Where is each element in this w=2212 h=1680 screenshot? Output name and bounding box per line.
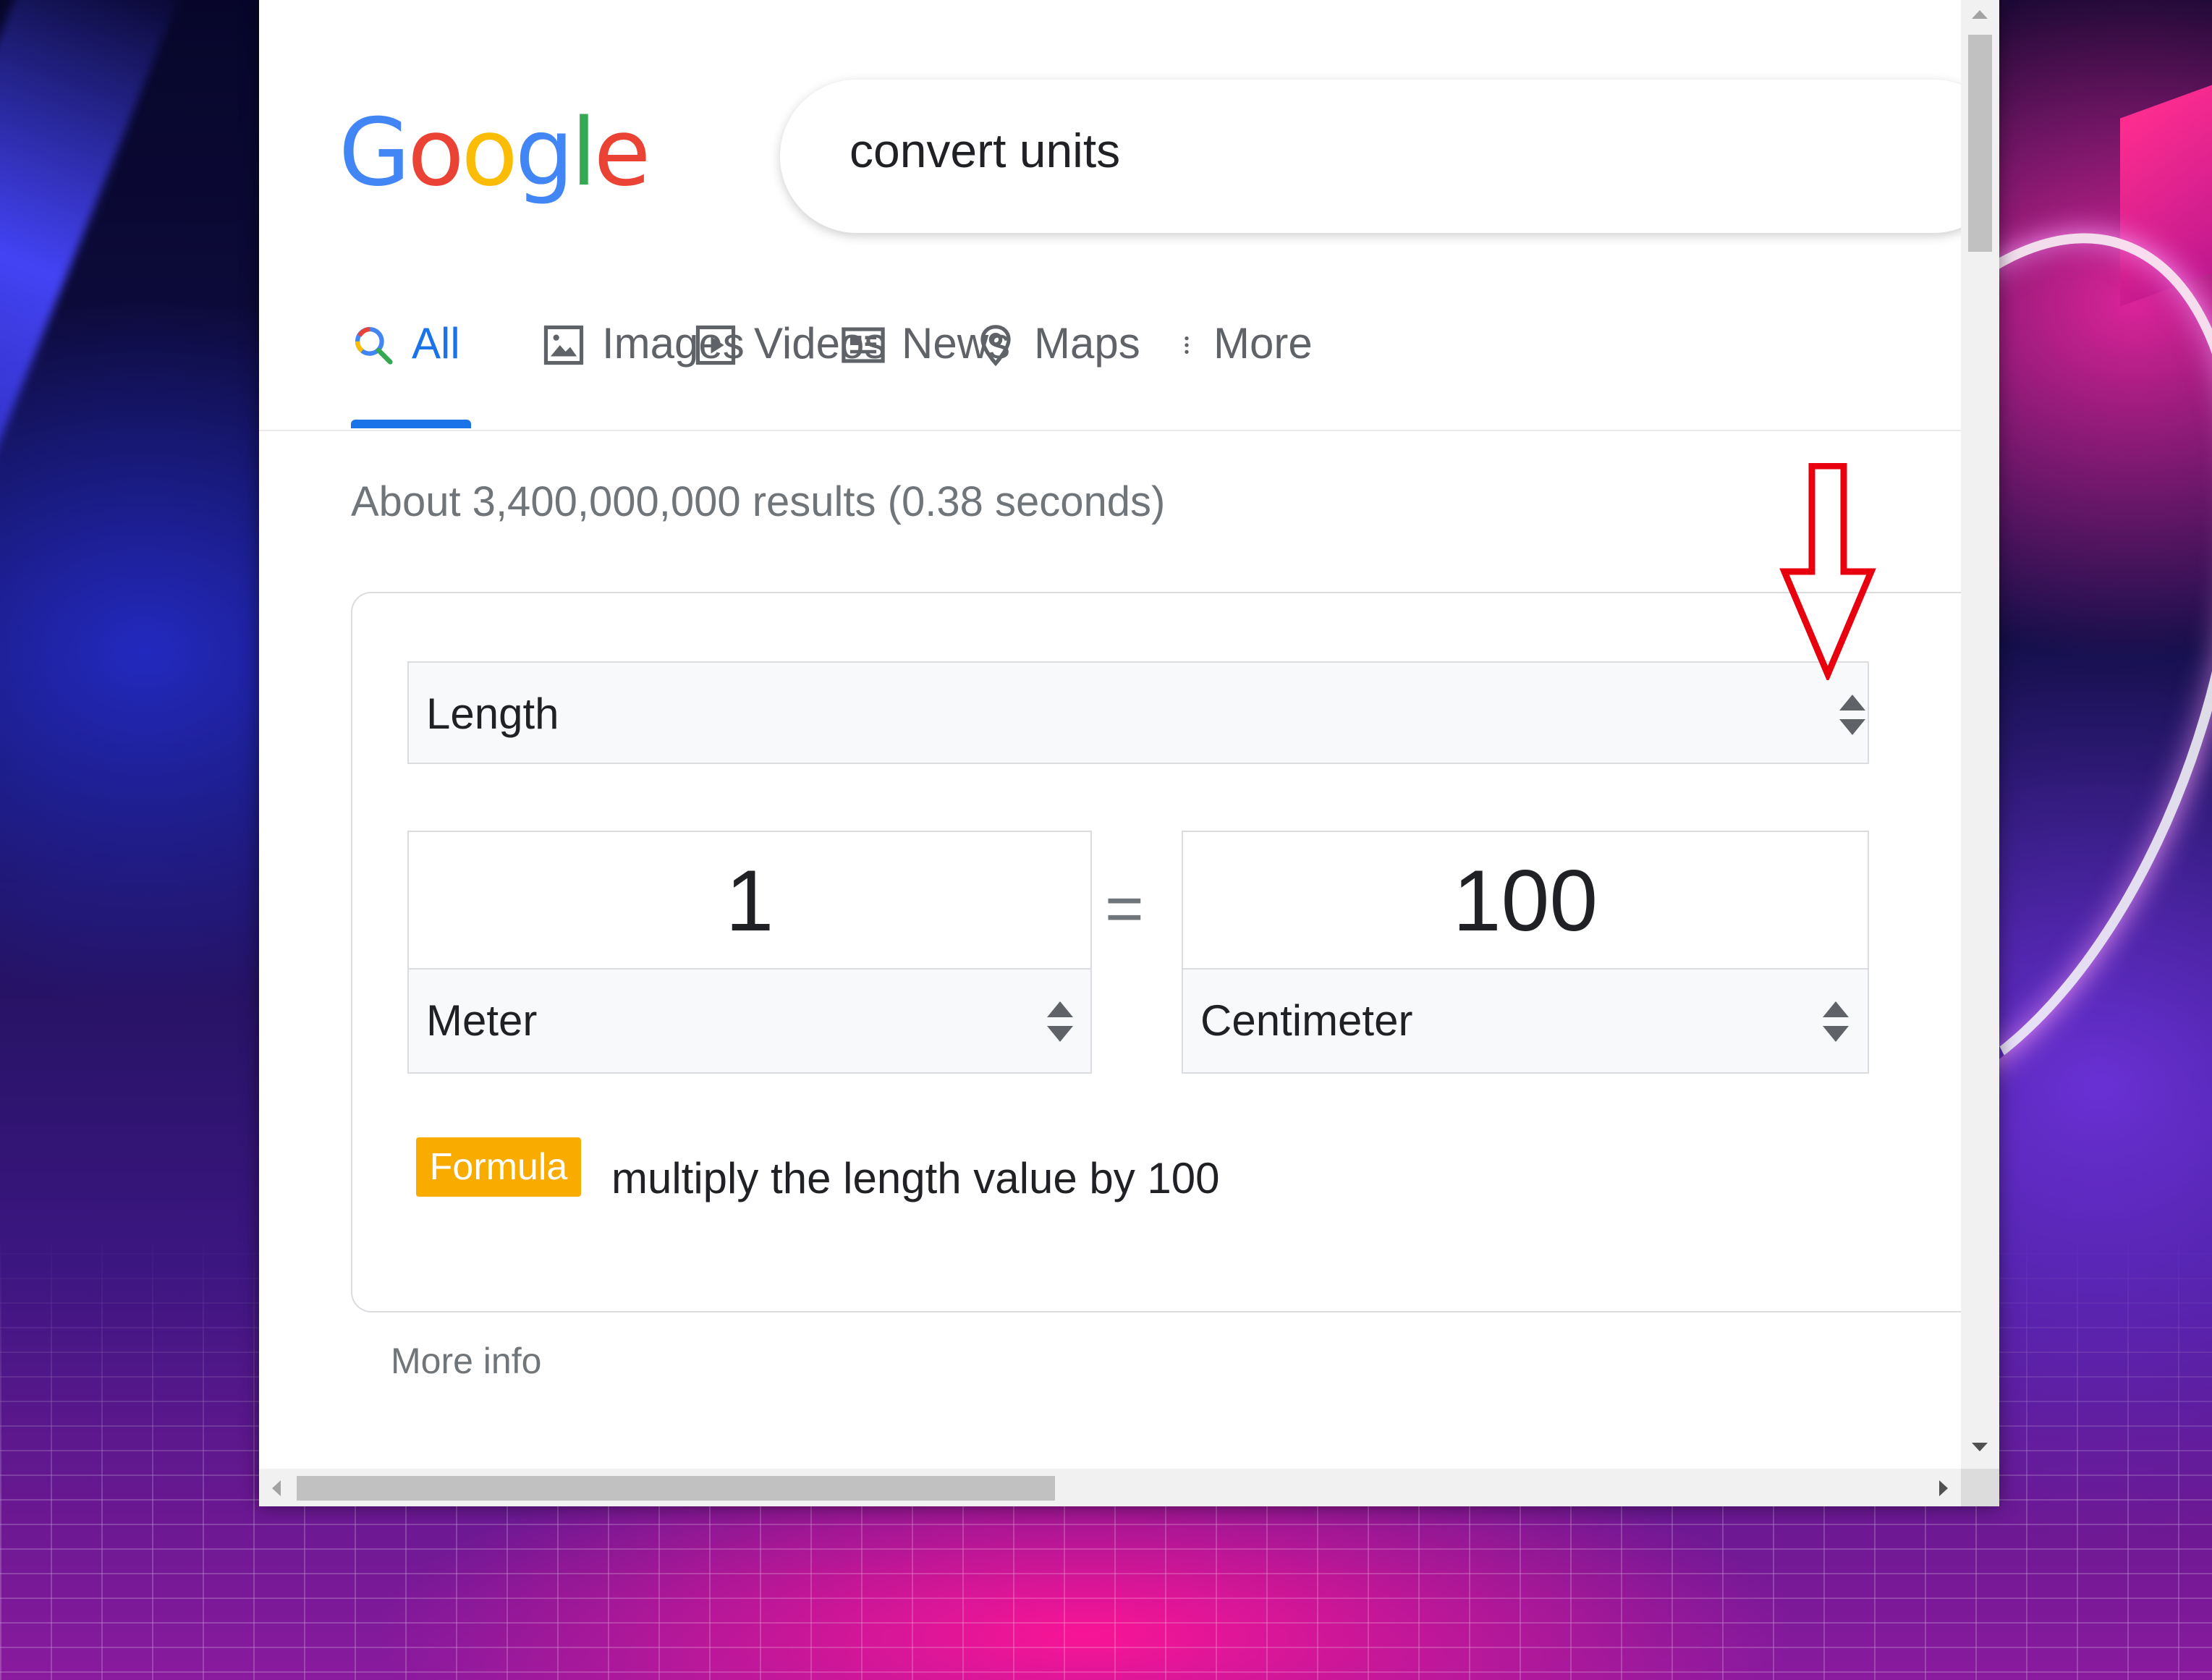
vertical-scrollbar[interactable] [1961, 0, 1999, 1469]
logo-letter: o [407, 99, 464, 207]
category-select[interactable]: Length [407, 661, 1869, 764]
scrollbar-corner [1961, 1469, 1999, 1506]
annotation-down-arrow-icon [1779, 463, 1876, 680]
from-unit-select-value: Meter [426, 996, 538, 1045]
formula-text: multiply the length value by 100 [611, 1154, 1220, 1202]
tab-label: Maps [1034, 319, 1140, 368]
scroll-up-arrow-icon[interactable] [1972, 10, 1988, 19]
up-down-arrows-icon [1838, 695, 1867, 738]
up-down-arrows-icon [1046, 1001, 1075, 1045]
map-pin-icon [980, 325, 1011, 367]
tabs-divider [259, 430, 1999, 431]
google-logo[interactable]: Google [339, 107, 651, 200]
up-down-arrows-icon [1821, 1001, 1850, 1045]
logo-letter: e [593, 99, 651, 207]
scroll-left-arrow-icon[interactable] [272, 1480, 281, 1496]
equals-sign: = [1105, 872, 1144, 946]
news-icon [842, 327, 885, 363]
to-unit-box: 100 Centimeter [1182, 831, 1869, 1074]
unit-converter-card: Length 1 Meter = 100 Centimeter Formula … [351, 592, 1999, 1312]
logo-letter: l [571, 99, 597, 207]
from-unit-select[interactable]: Meter [409, 970, 1090, 1072]
to-value-input[interactable]: 100 [1183, 832, 1868, 970]
scroll-right-arrow-icon[interactable] [1939, 1480, 1948, 1496]
search-icon [355, 326, 393, 365]
search-box[interactable]: convert units [780, 80, 1999, 233]
tab-label: More [1213, 319, 1313, 368]
search-input[interactable]: convert units [849, 123, 1120, 178]
tab-more[interactable]: More [1176, 318, 1313, 427]
more-info-link[interactable]: More info [391, 1340, 541, 1382]
vertical-scrollbar-thumb[interactable] [1968, 35, 1992, 252]
to-unit-select[interactable]: Centimeter [1183, 970, 1868, 1072]
active-tab-indicator [351, 420, 471, 428]
video-icon [695, 325, 736, 365]
horizontal-scrollbar[interactable] [259, 1469, 1961, 1506]
category-select-value: Length [426, 690, 559, 738]
logo-letter: G [339, 99, 410, 207]
image-icon [543, 325, 584, 365]
logo-letter: o [461, 99, 518, 207]
browser-window: Google convert units All Images Videos N… [259, 0, 1999, 1506]
formula-badge: Formula [416, 1137, 581, 1197]
logo-letter: g [514, 99, 574, 207]
tab-maps[interactable]: Maps [973, 318, 1140, 427]
horizontal-scrollbar-thumb[interactable] [297, 1476, 1055, 1501]
kebab-menu-icon [1185, 336, 1189, 354]
from-unit-box: 1 Meter [407, 831, 1092, 1074]
to-unit-select-value: Centimeter [1200, 996, 1413, 1045]
tab-all[interactable]: All [351, 318, 460, 427]
scroll-down-arrow-icon[interactable] [1972, 1443, 1988, 1451]
tab-label: All [412, 319, 460, 368]
result-stats: About 3,400,000,000 results (0.38 second… [351, 478, 1166, 525]
from-value-input[interactable]: 1 [409, 832, 1090, 970]
